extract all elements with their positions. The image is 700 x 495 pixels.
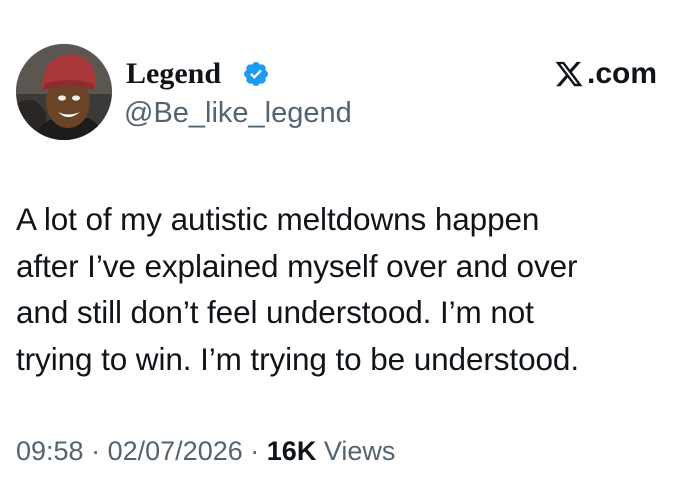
views-count[interactable]: 16K bbox=[267, 436, 317, 466]
tweet-text: A lot of my autistic meltdowns happen af… bbox=[16, 196, 688, 382]
tweet-text-line: and still don’t feel understood. I’m not bbox=[16, 294, 534, 330]
tweet-text-line: trying to win. I’m trying to be understo… bbox=[16, 340, 579, 377]
tweet-text-line: after I’ve explained myself over and ove… bbox=[16, 247, 578, 284]
tweet-date[interactable]: 02/07/2026 bbox=[108, 436, 243, 466]
x-logo-icon bbox=[555, 61, 583, 87]
tweet-card: Legend @Be_like_legend .com A lot of my … bbox=[0, 0, 700, 495]
author-handle[interactable]: @Be_like_legend bbox=[124, 96, 352, 130]
verified-badge-icon bbox=[244, 62, 268, 86]
x-brand: .com bbox=[553, 56, 657, 92]
avatar[interactable] bbox=[16, 44, 112, 140]
tweet-text-line: A lot of my autistic meltdowns happen bbox=[16, 201, 540, 237]
views-label: Views bbox=[323, 436, 396, 466]
meta-separator: · bbox=[91, 436, 101, 466]
x-domain-text: .com bbox=[587, 57, 658, 90]
tweet-time[interactable]: 09:58 bbox=[16, 436, 84, 466]
meta-separator: · bbox=[250, 436, 260, 466]
profile-photo-icon bbox=[16, 44, 112, 140]
author-name[interactable]: Legend bbox=[126, 57, 221, 91]
tweet-meta: 09:58 · 02/07/2026 · 16K Views bbox=[16, 434, 395, 468]
